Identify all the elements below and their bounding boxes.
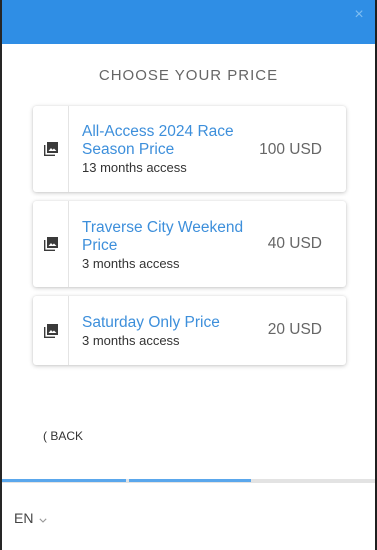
step-progress-bar bbox=[2, 479, 375, 483]
language-selector[interactable]: EN bbox=[14, 510, 48, 526]
access-duration: 3 months access bbox=[82, 256, 180, 271]
progress-step-2 bbox=[129, 479, 251, 482]
price-name: Traverse City Weekend Price bbox=[82, 219, 244, 254]
progress-step-1 bbox=[2, 479, 126, 482]
price-name: All-Access 2024 Race Season Price bbox=[82, 123, 234, 158]
price-amount: 20 USD bbox=[267, 321, 322, 338]
price-option-all-access[interactable]: All-Access 2024 Race Season Price 13 mon… bbox=[33, 106, 346, 192]
page-title: CHOOSE YOUR PRICE bbox=[98, 67, 279, 84]
access-duration: 13 months access bbox=[82, 160, 187, 175]
price-amount: 100 USD bbox=[259, 141, 322, 158]
image-gallery-icon bbox=[33, 106, 69, 192]
price-option-traverse-city[interactable]: Traverse City Weekend Price 3 months acc… bbox=[33, 201, 346, 287]
back-button[interactable]: ( BACK bbox=[43, 429, 83, 443]
access-duration: 3 months access bbox=[82, 333, 180, 348]
price-amount: 40 USD bbox=[267, 235, 322, 252]
chevron-down-icon bbox=[39, 510, 48, 526]
image-gallery-icon bbox=[33, 201, 69, 287]
pricing-modal: × CHOOSE YOUR PRICE All-Access 2024 Race… bbox=[2, 0, 375, 550]
price-option-saturday[interactable]: Saturday Only Price 3 months access 20 U… bbox=[33, 296, 346, 365]
price-name: Saturday Only Price bbox=[82, 314, 220, 331]
image-gallery-icon bbox=[33, 296, 69, 365]
language-label: EN bbox=[14, 510, 34, 526]
modal-header-bar: × bbox=[2, 0, 375, 44]
close-icon[interactable]: × bbox=[351, 7, 367, 23]
